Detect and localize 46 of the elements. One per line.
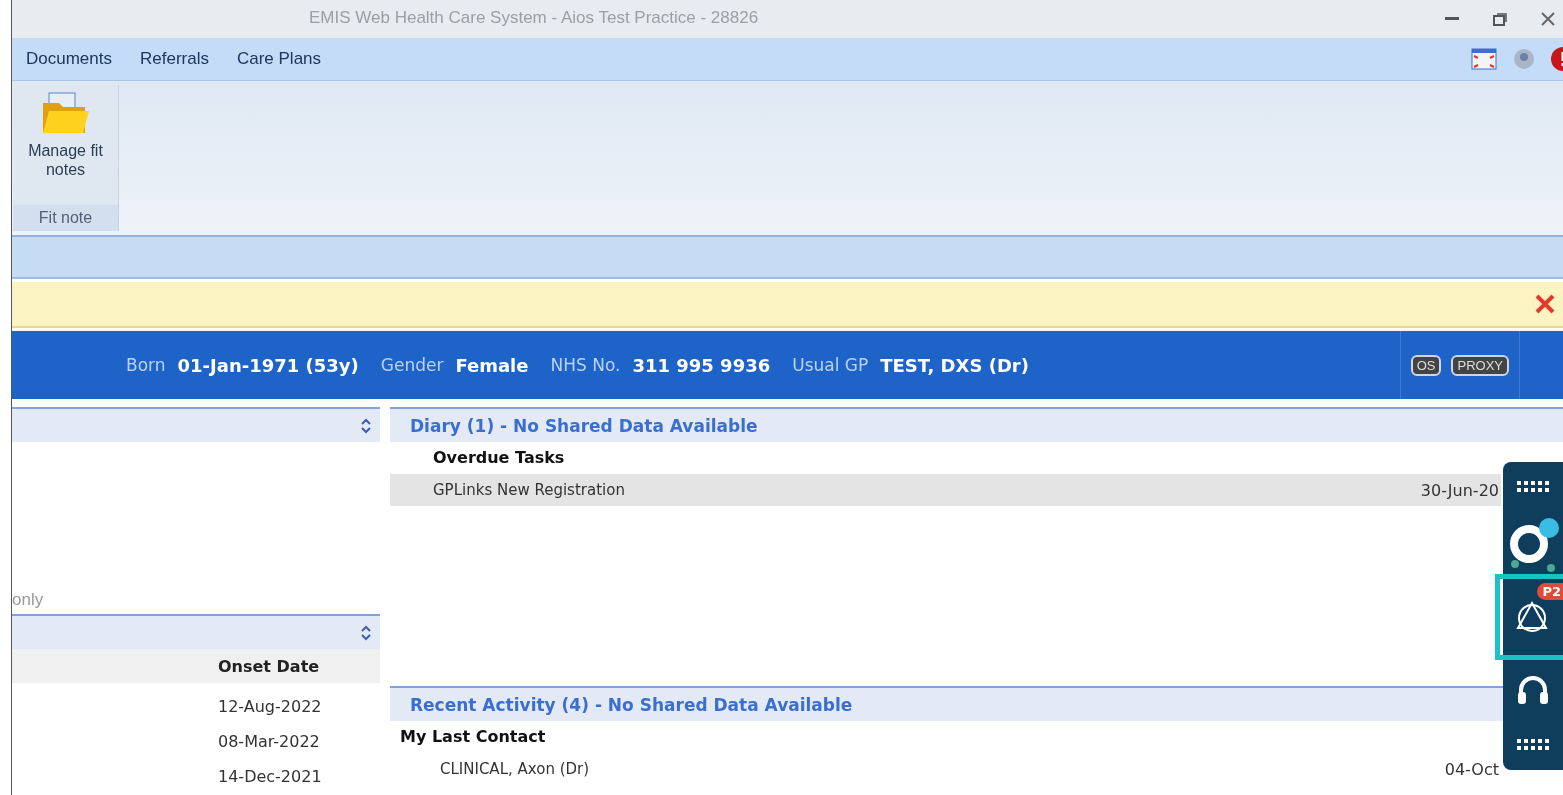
agent-icon[interactable] bbox=[1514, 600, 1549, 634]
table-cell-text: 12-Aug-2022 bbox=[217, 696, 323, 718]
restore-icon[interactable] bbox=[1493, 12, 1507, 26]
group-title: Overdue Tasks bbox=[432, 447, 565, 469]
count-badge: P2 bbox=[1537, 583, 1563, 600]
ribbon-group-label: Fit note bbox=[13, 205, 118, 231]
panel-title: Diary (1) - No Shared Data Available bbox=[410, 415, 758, 436]
close-icon[interactable] bbox=[1541, 12, 1555, 26]
field-value: TEST, DXS (Dr) bbox=[880, 354, 1029, 376]
group-title: My Last Contact bbox=[399, 726, 546, 748]
table-cell-text: 14-Dec-2021 bbox=[217, 766, 323, 788]
panel-title: Recent Activity (4) - No Shared Data Available bbox=[410, 694, 853, 715]
task-row[interactable]: GPLinks New Registration 30-Jun-20 bbox=[390, 474, 1501, 506]
window-title: EMIS Web Health Care System - Aios Test Practice - 28826 bbox=[309, 8, 759, 28]
field-label: NHS No. bbox=[550, 355, 621, 375]
task-name: GPLinks New Registration bbox=[433, 481, 625, 499]
field-value: 311 995 9936 bbox=[632, 354, 771, 376]
menu-item[interactable]: Documents bbox=[12, 49, 126, 69]
field-label: Gender bbox=[380, 355, 444, 375]
task-row[interactable]: CLINICAL, Axon (Dr) 04-Oct bbox=[390, 753, 1501, 785]
window-icon[interactable] bbox=[1471, 48, 1497, 70]
menu-item[interactable]: Care Plans bbox=[222, 49, 336, 69]
column-title: Onset Date bbox=[218, 656, 320, 676]
status-badge: OS bbox=[1410, 354, 1442, 376]
menu-item[interactable]: Referrals bbox=[126, 49, 223, 69]
help-icon[interactable] bbox=[1513, 48, 1535, 70]
grid-icon[interactable] bbox=[1517, 739, 1549, 751]
status-badge: PROXY bbox=[1451, 354, 1509, 376]
field-value: Female bbox=[455, 354, 529, 376]
field-label: Born bbox=[126, 355, 166, 375]
expand-collapse-icon[interactable] bbox=[360, 417, 372, 434]
minimize-icon[interactable] bbox=[1445, 17, 1459, 21]
field-value: 01-Jan-1971 (53y) bbox=[177, 354, 359, 376]
table-cell-text: 08-Mar-2022 bbox=[217, 731, 321, 753]
task-date: 04-Oct bbox=[1444, 759, 1499, 779]
ribbon-button[interactable]: Manage fit notes bbox=[13, 85, 118, 205]
field-label: Usual GP bbox=[792, 355, 869, 375]
task-date: 30-Jun-20 bbox=[1420, 480, 1499, 500]
toolbar-item[interactable]: P2 bbox=[1495, 574, 1563, 660]
expand-collapse-icon[interactable] bbox=[360, 624, 372, 641]
panel-note: only bbox=[12, 590, 44, 610]
close-icon[interactable] bbox=[1535, 294, 1555, 314]
grid-icon[interactable] bbox=[1517, 481, 1549, 493]
folder-icon bbox=[40, 91, 91, 135]
task-name: CLINICAL, Axon (Dr) bbox=[440, 760, 590, 778]
headset-icon[interactable] bbox=[1516, 674, 1550, 706]
